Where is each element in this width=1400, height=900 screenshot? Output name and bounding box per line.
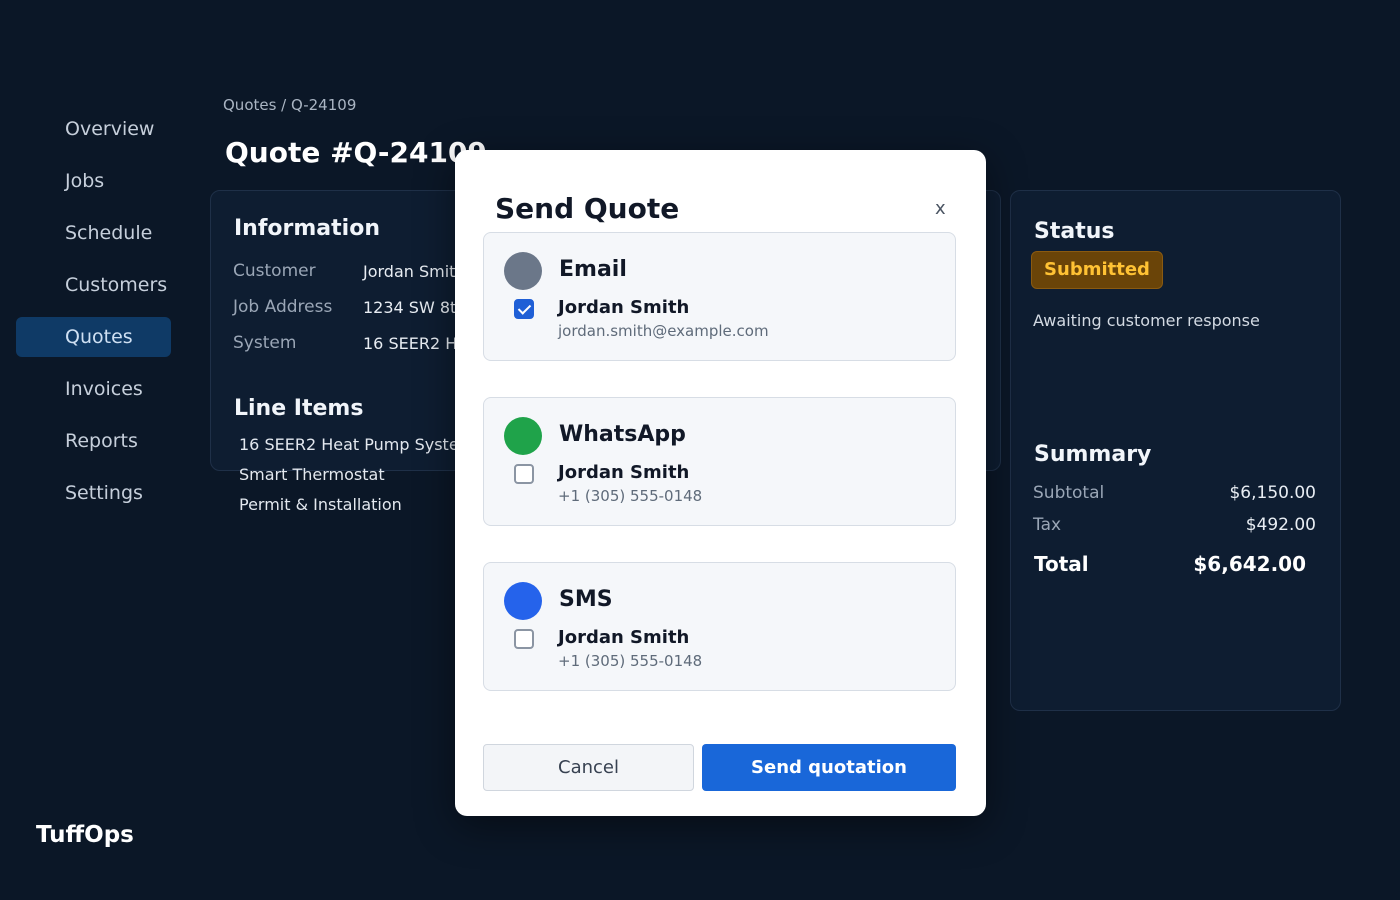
subtotal-label: Subtotal	[1033, 483, 1105, 503]
summary-title: Summary	[1034, 442, 1152, 467]
sidebar-item-customers[interactable]: Customers	[16, 265, 171, 305]
modal-title: Send Quote	[495, 192, 680, 225]
whatsapp-checkbox[interactable]	[514, 464, 534, 484]
channel-name: Email	[559, 257, 627, 282]
system-label: System	[233, 333, 297, 353]
contact-phone: +1 (305) 555-0148	[558, 652, 703, 670]
tax-value: $492.00	[1245, 515, 1316, 535]
email-checkbox[interactable]	[514, 299, 534, 319]
breadcrumb[interactable]: Quotes / Q-24109	[223, 96, 356, 114]
sms-checkbox[interactable]	[514, 629, 534, 649]
total-value: $6,642.00	[1193, 552, 1306, 576]
channel-option-email[interactable]: Email Jordan Smith jordan.smith@example.…	[483, 232, 956, 361]
customer-value: Jordan Smith	[363, 262, 466, 281]
cancel-button[interactable]: Cancel	[483, 744, 694, 791]
sidebar-item-reports[interactable]: Reports	[16, 421, 171, 461]
channel-name: WhatsApp	[559, 422, 686, 447]
contact-name: Jordan Smith	[558, 462, 690, 483]
status-note: Awaiting customer response	[1033, 311, 1260, 330]
subtotal-value: $6,150.00	[1229, 483, 1316, 503]
sidebar-item-schedule[interactable]: Schedule	[16, 213, 171, 253]
status-title: Status	[1034, 219, 1115, 244]
whatsapp-channel-icon	[504, 417, 542, 455]
sidebar-item-jobs[interactable]: Jobs	[16, 161, 171, 201]
line-item: 16 SEER2 Heat Pump System	[239, 435, 475, 454]
contact-email: jordan.smith@example.com	[558, 322, 769, 340]
line-item: Smart Thermostat	[239, 465, 385, 484]
contact-name: Jordan Smith	[558, 297, 690, 318]
channel-option-whatsapp[interactable]: WhatsApp Jordan Smith +1 (305) 555-0148	[483, 397, 956, 526]
channel-name: SMS	[559, 587, 613, 612]
close-icon[interactable]: x	[935, 198, 946, 219]
sidebar-item-settings[interactable]: Settings	[16, 473, 171, 513]
sidebar: Overview Jobs Schedule Customers Quotes …	[0, 0, 200, 900]
contact-phone: +1 (305) 555-0148	[558, 487, 703, 505]
send-quotation-button[interactable]: Send quotation	[702, 744, 956, 791]
send-quote-modal: Send Quote x Email Jordan Smith jordan.s…	[455, 150, 986, 816]
contact-name: Jordan Smith	[558, 627, 690, 648]
sidebar-item-invoices[interactable]: Invoices	[16, 369, 171, 409]
page-title: Quote #Q-24109	[225, 136, 487, 169]
sidebar-item-overview[interactable]: Overview	[16, 109, 171, 149]
channel-option-sms[interactable]: SMS Jordan Smith +1 (305) 555-0148	[483, 562, 956, 691]
customer-label: Customer	[233, 261, 316, 281]
sms-channel-icon	[504, 582, 542, 620]
job-address-label: Job Address	[233, 297, 333, 317]
brand-logo: TuffOps	[36, 822, 134, 848]
tax-label: Tax	[1033, 515, 1062, 535]
line-items-title: Line Items	[234, 396, 364, 421]
status-badge: Submitted	[1031, 251, 1163, 289]
total-label: Total	[1034, 552, 1089, 576]
information-title: Information	[234, 216, 380, 241]
line-item: Permit & Installation	[239, 495, 402, 514]
sidebar-item-quotes[interactable]: Quotes	[16, 317, 171, 357]
email-channel-icon	[504, 252, 542, 290]
